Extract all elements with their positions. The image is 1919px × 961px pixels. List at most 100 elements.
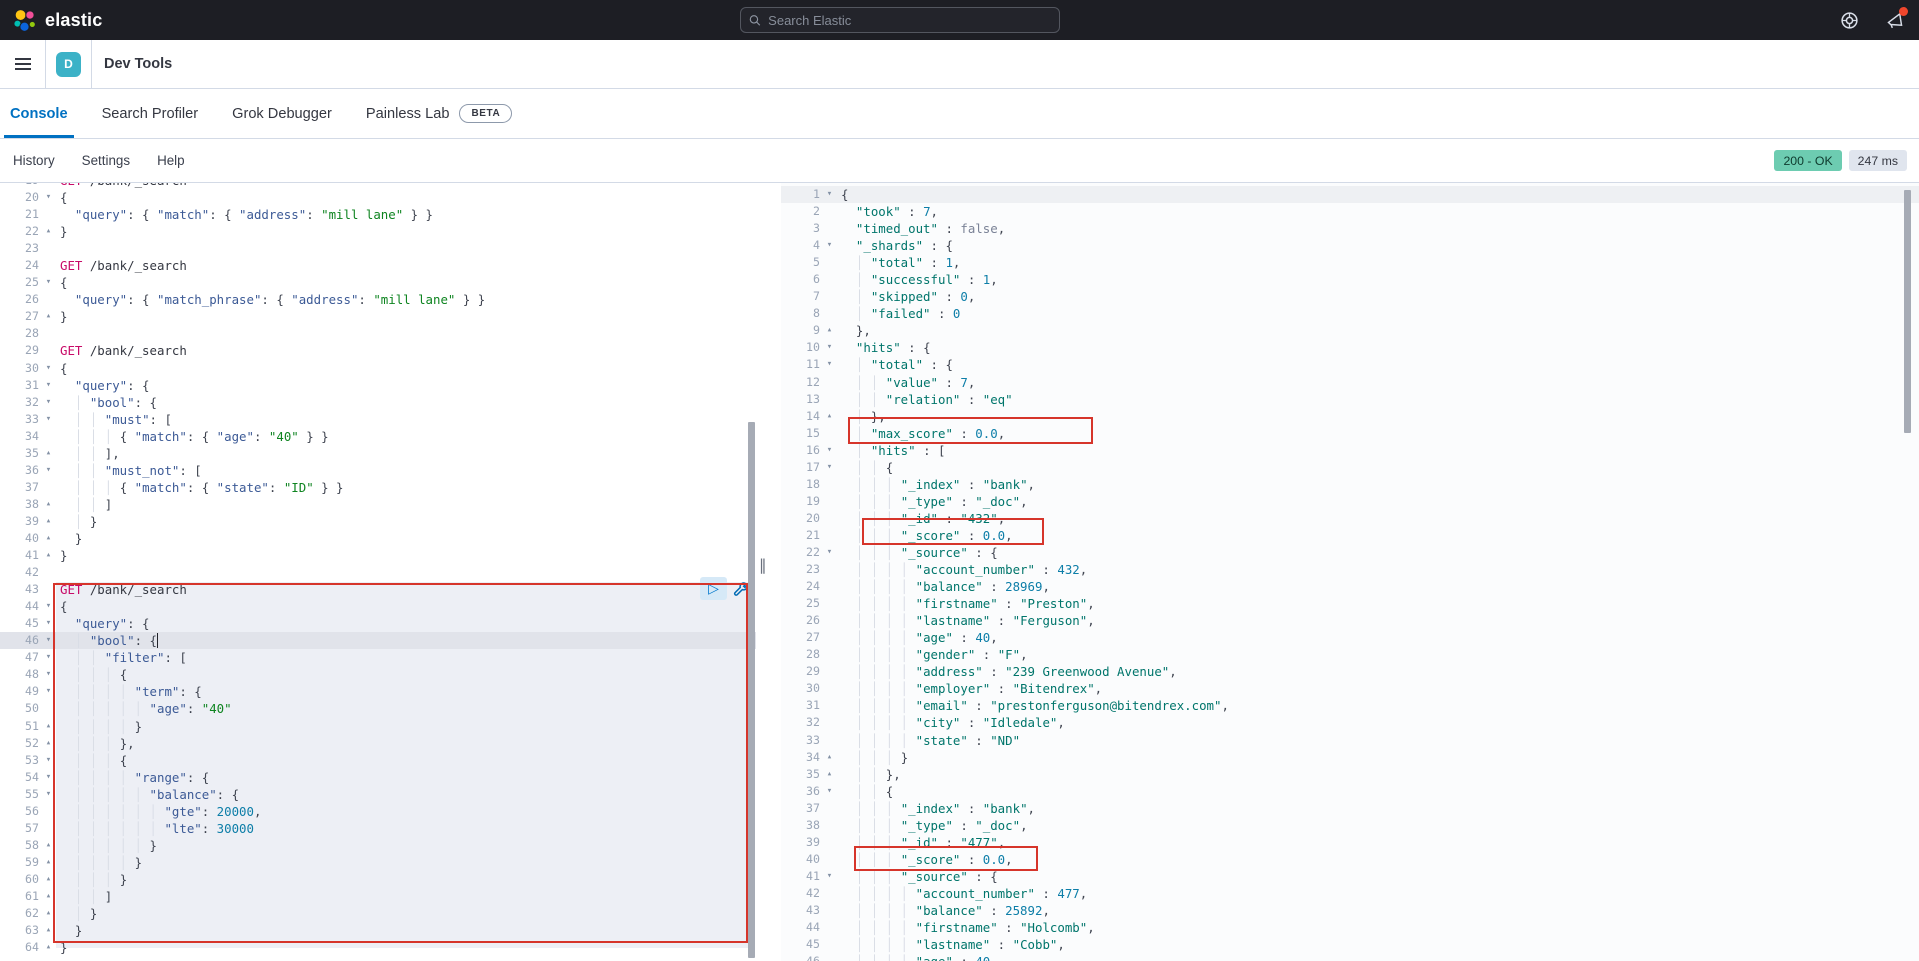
code-line[interactable]: 44 │ │ │ │ "firstname" : "Holcomb",	[781, 919, 1919, 936]
code-line[interactable]: 64▴}	[0, 939, 756, 956]
code-line[interactable]: 47▾ │ │ "filter": [	[0, 649, 756, 666]
code-line[interactable]: 46▾ │ "bool": {	[0, 632, 756, 649]
tab-console[interactable]: Console	[10, 89, 68, 138]
fold-toggle-icon[interactable]: ▾	[823, 442, 836, 459]
fold-toggle-icon[interactable]: ▾	[823, 339, 836, 356]
fold-toggle-icon[interactable]: ▾	[42, 360, 55, 377]
code-line[interactable]: 41▴}	[0, 547, 756, 564]
code-line[interactable]: 6 │ "successful" : 1,	[781, 271, 1919, 288]
fold-toggle-icon[interactable]: ▴	[42, 513, 55, 530]
code-line[interactable]: 46 │ │ │ │ "age" : 40,	[781, 953, 1919, 961]
space-selector[interactable]: D	[46, 40, 92, 88]
fold-toggle-icon[interactable]: ▾	[42, 274, 55, 291]
fold-toggle-icon[interactable]: ▾	[823, 459, 836, 476]
code-line[interactable]: 19 │ │ │ "_type" : "_doc",	[781, 493, 1919, 510]
code-line[interactable]: 49▾ │ │ │ │ "term": {	[0, 683, 756, 700]
code-line[interactable]: 42	[0, 564, 756, 581]
code-line[interactable]: 38 │ │ │ "_type" : "_doc",	[781, 817, 1919, 834]
code-line[interactable]: 37 │ │ │ { "match": { "state": "ID" } }	[0, 479, 756, 496]
code-line[interactable]: 30 │ │ │ │ "employer" : "Bitendrex",	[781, 680, 1919, 697]
code-line[interactable]: 38▴ │ │ ]	[0, 496, 756, 513]
code-line[interactable]: 33▾ │ │ "must": [	[0, 411, 756, 428]
tab-grok-debugger[interactable]: Grok Debugger	[232, 89, 332, 138]
fold-toggle-icon[interactable]: ▴	[823, 766, 836, 783]
code-line[interactable]: 32▾ │ "bool": {	[0, 394, 756, 411]
code-line[interactable]: 27 │ │ │ │ "age" : 40,	[781, 629, 1919, 646]
send-request-button[interactable]: ▷	[700, 577, 727, 600]
fold-toggle-icon[interactable]: ▾	[42, 189, 55, 206]
fold-toggle-icon[interactable]: ▴	[42, 223, 55, 240]
code-line[interactable]: 30▾{	[0, 360, 756, 377]
fold-toggle-icon[interactable]: ▴	[42, 905, 55, 922]
code-line[interactable]: 27▴}	[0, 308, 756, 325]
elastic-logo[interactable]: elastic	[0, 8, 102, 33]
code-line[interactable]: 52▴ │ │ │ },	[0, 735, 756, 752]
right-pane-scrollbar[interactable]	[1904, 190, 1911, 433]
response-viewer[interactable]: 1▾{2 "took" : 7,3 "timed_out" : false,4▾…	[781, 183, 1919, 961]
fold-toggle-icon[interactable]: ▾	[42, 615, 55, 632]
code-line[interactable]: 50 │ │ │ │ │ "age": "40"	[0, 700, 756, 717]
fold-toggle-icon[interactable]: ▾	[823, 356, 836, 373]
fold-toggle-icon[interactable]: ▴	[42, 888, 55, 905]
code-line[interactable]: 24 │ │ │ │ "balance" : 28969,	[781, 578, 1919, 595]
fold-toggle-icon[interactable]: ▾	[42, 411, 55, 428]
menu-settings[interactable]: Settings	[82, 153, 130, 168]
code-line[interactable]: 12 │ │ "value" : 7,	[781, 374, 1919, 391]
fold-toggle-icon[interactable]: ▴	[42, 496, 55, 513]
code-line[interactable]: 44▾{	[0, 598, 756, 615]
fold-toggle-icon[interactable]: ▾	[823, 237, 836, 254]
code-line[interactable]: 43 │ │ │ │ "balance" : 25892,	[781, 902, 1919, 919]
fold-toggle-icon[interactable]: ▴	[42, 547, 55, 564]
code-line[interactable]: 60▴ │ │ │ }	[0, 871, 756, 888]
code-line[interactable]: 28 │ │ │ │ "gender" : "F",	[781, 646, 1919, 663]
fold-toggle-icon[interactable]: ▴	[823, 322, 836, 339]
code-line[interactable]: 61▴ │ │ ]	[0, 888, 756, 905]
fold-toggle-icon[interactable]: ▾	[823, 544, 836, 561]
fold-toggle-icon[interactable]: ▾	[42, 786, 55, 803]
code-line[interactable]: 4▾ "_shards" : {	[781, 237, 1919, 254]
code-line[interactable]: 42 │ │ │ │ "account_number" : 477,	[781, 885, 1919, 902]
code-line[interactable]: 26 │ │ │ │ "lastname" : "Ferguson",	[781, 612, 1919, 629]
global-search[interactable]	[740, 7, 1060, 33]
fold-toggle-icon[interactable]: ▴	[42, 735, 55, 752]
fold-toggle-icon[interactable]: ▴	[42, 939, 55, 956]
fold-toggle-icon[interactable]: ▾	[42, 598, 55, 615]
code-line[interactable]: 57 │ │ │ │ │ │ "lte": 30000	[0, 820, 756, 837]
fold-toggle-icon[interactable]: ▾	[42, 649, 55, 666]
code-line[interactable]: 28	[0, 325, 756, 342]
help-icon[interactable]	[1839, 10, 1859, 30]
code-line[interactable]: 16▾ │ "hits" : [	[781, 442, 1919, 459]
code-line[interactable]: 20▾{	[0, 189, 756, 206]
code-line[interactable]: 20 │ │ │ "_id" : "432",	[781, 510, 1919, 527]
code-line[interactable]: 34 │ │ │ { "match": { "age": "40" } }	[0, 428, 756, 445]
code-line[interactable]: 43GET /bank/_search	[0, 581, 756, 598]
newsfeed-icon[interactable]	[1885, 10, 1905, 30]
code-line[interactable]: 11▾ │ "total" : {	[781, 356, 1919, 373]
wrench-icon[interactable]	[730, 579, 750, 599]
code-line[interactable]: 18 │ │ │ "_index" : "bank",	[781, 476, 1919, 493]
code-line[interactable]: 15 │ "max_score" : 0.0,	[781, 425, 1919, 442]
code-line[interactable]: 23	[0, 240, 756, 257]
fold-toggle-icon[interactable]: ▾	[823, 868, 836, 885]
fold-toggle-icon[interactable]: ▾	[42, 462, 55, 479]
code-line[interactable]: 5 │ "total" : 1,	[781, 254, 1919, 271]
code-line[interactable]: 53▾ │ │ │ {	[0, 752, 756, 769]
code-line[interactable]: 1▾{	[781, 186, 1919, 203]
code-line[interactable]: 56 │ │ │ │ │ │ "gte": 20000,	[0, 803, 756, 820]
fold-toggle-icon[interactable]: ▴	[823, 408, 836, 425]
code-line[interactable]: 59▴ │ │ │ │ }	[0, 854, 756, 871]
search-input[interactable]	[768, 13, 1051, 28]
code-line[interactable]: 31 │ │ │ │ "email" : "prestonferguson@bi…	[781, 697, 1919, 714]
code-line[interactable]: 14▴ │ },	[781, 408, 1919, 425]
code-line[interactable]: 58▴ │ │ │ │ │ }	[0, 837, 756, 854]
fold-toggle-icon[interactable]: ▴	[42, 718, 55, 735]
tab-painless-lab[interactable]: Painless Lab BETA	[366, 89, 512, 138]
pane-resize-handle[interactable]: ‖	[759, 556, 767, 574]
code-line[interactable]: 33 │ │ │ │ "state" : "ND"	[781, 732, 1919, 749]
code-line[interactable]: 10▾ "hits" : {	[781, 339, 1919, 356]
fold-toggle-icon[interactable]: ▴	[42, 530, 55, 547]
code-line[interactable]: 25▾{	[0, 274, 756, 291]
fold-toggle-icon[interactable]: ▾	[42, 666, 55, 683]
code-line[interactable]: 31▾ "query": {	[0, 377, 756, 394]
code-line[interactable]: 48▾ │ │ │ {	[0, 666, 756, 683]
